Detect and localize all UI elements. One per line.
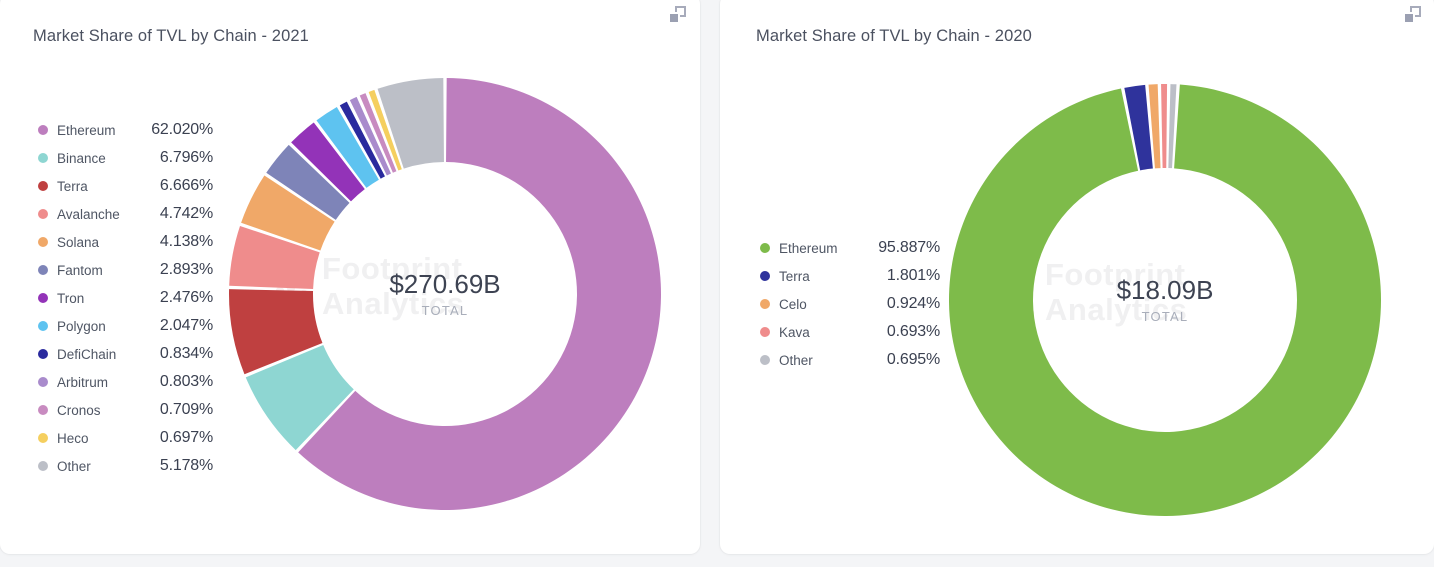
- legend-item-label: Solana: [57, 235, 160, 250]
- legend-color-dot-icon: [760, 243, 770, 253]
- chart-card-2021: Market Share of TVL by Chain - 2021 Foot…: [0, 0, 700, 554]
- legend-item-value: 4.138%: [160, 233, 213, 251]
- legend-color-dot-icon: [760, 327, 770, 337]
- dashboard-page: Market Share of TVL by Chain - 2021 Foot…: [0, 0, 1434, 567]
- legend-2021: Ethereum62.020%Binance6.796%Terra6.666%A…: [38, 116, 213, 480]
- legend-item-celo[interactable]: Celo0.924%: [760, 290, 940, 318]
- legend-item-value: 0.695%: [887, 351, 940, 369]
- legend-color-dot-icon: [760, 299, 770, 309]
- legend-item-ethereum[interactable]: Ethereum95.887%: [760, 234, 940, 262]
- legend-item-value: 0.924%: [887, 295, 940, 313]
- legend-item-value: 2.047%: [160, 317, 213, 335]
- donut-chart-2021[interactable]: $270.69B TOTAL: [225, 74, 665, 514]
- legend-item-label: Terra: [57, 179, 160, 194]
- legend-item-label: Arbitrum: [57, 375, 160, 390]
- legend-item-value: 2.476%: [160, 289, 213, 307]
- legend-item-value: 0.709%: [160, 401, 213, 419]
- legend-item-binance[interactable]: Binance6.796%: [38, 144, 213, 172]
- donut-chart-2020[interactable]: $18.09B TOTAL: [945, 80, 1385, 520]
- legend-item-ethereum[interactable]: Ethereum62.020%: [38, 116, 213, 144]
- legend-item-cronos[interactable]: Cronos0.709%: [38, 396, 213, 424]
- legend-2020: Ethereum95.887%Terra1.801%Celo0.924%Kava…: [760, 234, 940, 374]
- legend-item-value: 0.803%: [160, 373, 213, 391]
- legend-item-value: 4.742%: [160, 205, 213, 223]
- page-title-2021: Market Share of TVL by Chain - 2021: [33, 27, 309, 46]
- legend-item-value: 0.697%: [160, 429, 213, 447]
- donut-svg-2021: [225, 74, 665, 514]
- legend-item-defichain[interactable]: DefiChain0.834%: [38, 340, 213, 368]
- page-title-2020: Market Share of TVL by Chain - 2020: [756, 27, 1032, 46]
- legend-item-fantom[interactable]: Fantom2.893%: [38, 256, 213, 284]
- legend-item-label: Celo: [779, 297, 887, 312]
- legend-item-value: 62.020%: [151, 121, 213, 139]
- legend-item-label: Ethereum: [779, 241, 878, 256]
- legend-item-label: Terra: [779, 269, 887, 284]
- legend-color-dot-icon: [38, 209, 48, 219]
- legend-item-label: Cronos: [57, 403, 160, 418]
- legend-item-other[interactable]: Other0.695%: [760, 346, 940, 374]
- legend-item-other[interactable]: Other5.178%: [38, 452, 213, 480]
- legend-item-heco[interactable]: Heco0.697%: [38, 424, 213, 452]
- legend-item-value: 0.693%: [887, 323, 940, 341]
- legend-item-label: Other: [779, 353, 887, 368]
- legend-item-label: Tron: [57, 291, 160, 306]
- legend-item-value: 2.893%: [160, 261, 213, 279]
- legend-color-dot-icon: [38, 349, 48, 359]
- legend-color-dot-icon: [760, 355, 770, 365]
- legend-item-label: Polygon: [57, 319, 160, 334]
- copy-icon[interactable]: [668, 6, 686, 24]
- legend-item-arbitrum[interactable]: Arbitrum0.803%: [38, 368, 213, 396]
- legend-color-dot-icon: [38, 125, 48, 135]
- legend-item-value: 1.801%: [887, 267, 940, 285]
- legend-color-dot-icon: [38, 321, 48, 331]
- donut-svg-2020: [945, 80, 1385, 520]
- legend-item-kava[interactable]: Kava0.693%: [760, 318, 940, 346]
- legend-item-label: Other: [57, 459, 160, 474]
- copy-icon-front-square: [668, 12, 680, 24]
- legend-item-label: Fantom: [57, 263, 160, 278]
- legend-item-value: 0.834%: [160, 345, 213, 363]
- legend-color-dot-icon: [38, 433, 48, 443]
- legend-item-value: 6.796%: [160, 149, 213, 167]
- legend-color-dot-icon: [38, 405, 48, 415]
- legend-item-value: 95.887%: [878, 239, 940, 257]
- copy-icon-front-square: [1403, 12, 1415, 24]
- legend-color-dot-icon: [38, 461, 48, 471]
- legend-item-label: DefiChain: [57, 347, 160, 362]
- legend-item-tron[interactable]: Tron2.476%: [38, 284, 213, 312]
- legend-color-dot-icon: [38, 293, 48, 303]
- legend-color-dot-icon: [38, 377, 48, 387]
- legend-color-dot-icon: [760, 271, 770, 281]
- legend-item-avalanche[interactable]: Avalanche4.742%: [38, 200, 213, 228]
- donut-slice-kava[interactable]: [1161, 84, 1167, 168]
- legend-color-dot-icon: [38, 153, 48, 163]
- legend-color-dot-icon: [38, 237, 48, 247]
- legend-item-label: Heco: [57, 431, 160, 446]
- legend-item-label: Ethereum: [57, 123, 151, 138]
- legend-item-value: 5.178%: [160, 457, 213, 475]
- legend-color-dot-icon: [38, 265, 48, 275]
- legend-item-polygon[interactable]: Polygon2.047%: [38, 312, 213, 340]
- legend-item-solana[interactable]: Solana4.138%: [38, 228, 213, 256]
- legend-item-label: Avalanche: [57, 207, 160, 222]
- legend-item-label: Binance: [57, 151, 160, 166]
- legend-color-dot-icon: [38, 181, 48, 191]
- legend-item-terra[interactable]: Terra1.801%: [760, 262, 940, 290]
- copy-icon[interactable]: [1403, 6, 1421, 24]
- legend-item-value: 6.666%: [160, 177, 213, 195]
- legend-item-label: Kava: [779, 325, 887, 340]
- legend-item-terra[interactable]: Terra6.666%: [38, 172, 213, 200]
